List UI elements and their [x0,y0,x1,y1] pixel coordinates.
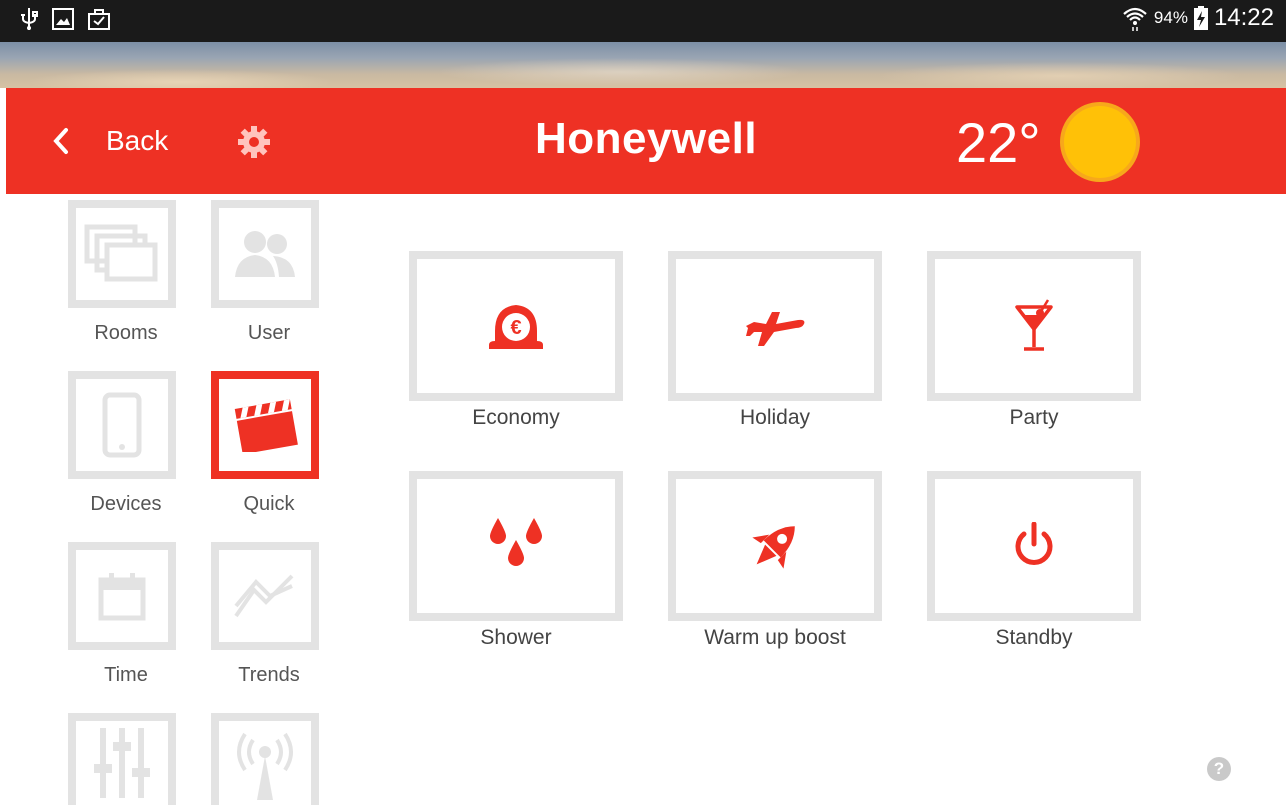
quick-label-holiday: Holiday [739,406,811,429]
nav-item-time[interactable] [68,542,176,650]
rocket-icon [752,526,795,569]
quick-tile-warm-up-boost[interactable] [668,471,882,621]
svg-text:€: € [510,317,521,339]
clock: 14:22 [1213,4,1274,31]
quick-tile-standby[interactable] [927,471,1141,621]
battery-charging-icon [1193,6,1208,30]
users-icon [235,231,295,277]
rooms-icon [84,224,158,282]
battery-percent: 94% [1153,8,1188,27]
image-icon [52,8,74,30]
sun-icon [1064,106,1136,178]
quick-tile-economy[interactable]: € [409,251,623,401]
quick-label-economy: Economy [472,406,560,429]
nav-item-settings-sliders[interactable] [68,713,176,805]
app-header: Back Honeywell 22° [6,88,1286,194]
quick-tile-holiday[interactable] [668,251,882,401]
nav-item-connectivity[interactable] [211,713,319,805]
clapperboard-icon [234,399,298,452]
nav-item-devices[interactable] [68,371,176,479]
quick-label-shower: Shower [480,626,552,649]
nav-item-trends[interactable] [211,542,319,650]
quick-tile-party[interactable] [927,251,1141,401]
wifi-icon [1123,7,1147,31]
nav-label-trends: Trends [238,664,300,686]
nav-item-quick[interactable] [211,371,319,479]
power-icon [1015,522,1053,565]
nav-label-rooms: Rooms [94,322,158,344]
calendar-icon [98,573,146,621]
quick-tile-shower[interactable] [409,471,623,621]
briefcase-icon [88,9,110,30]
trend-icon [234,574,294,618]
status-bar: 94% 14:22 [0,0,1286,42]
usb-icon [21,8,38,30]
antenna-icon [237,732,293,800]
sky-background [0,42,1286,88]
sliders-icon [94,728,150,798]
temperature-readout: 22° [956,111,1041,174]
phone-icon [102,392,142,458]
nav-item-user[interactable] [211,200,319,308]
nav-label-time: Time [104,664,148,686]
cocktail-icon [1015,299,1053,351]
drops-icon [490,518,542,566]
airplane-icon [746,312,805,346]
nav-label-devices: Devices [90,493,162,515]
nav-item-rooms[interactable] [68,200,176,308]
quick-label-party: Party [1009,406,1059,429]
quick-label-warm-up-boost: Warm up boost [704,626,846,649]
quick-label-standby: Standby [995,626,1073,649]
help-button[interactable]: ? [1207,757,1231,781]
nav-label-quick: Quick [243,493,295,515]
euro-icon: € [489,305,543,349]
nav-label-user: User [247,322,291,344]
